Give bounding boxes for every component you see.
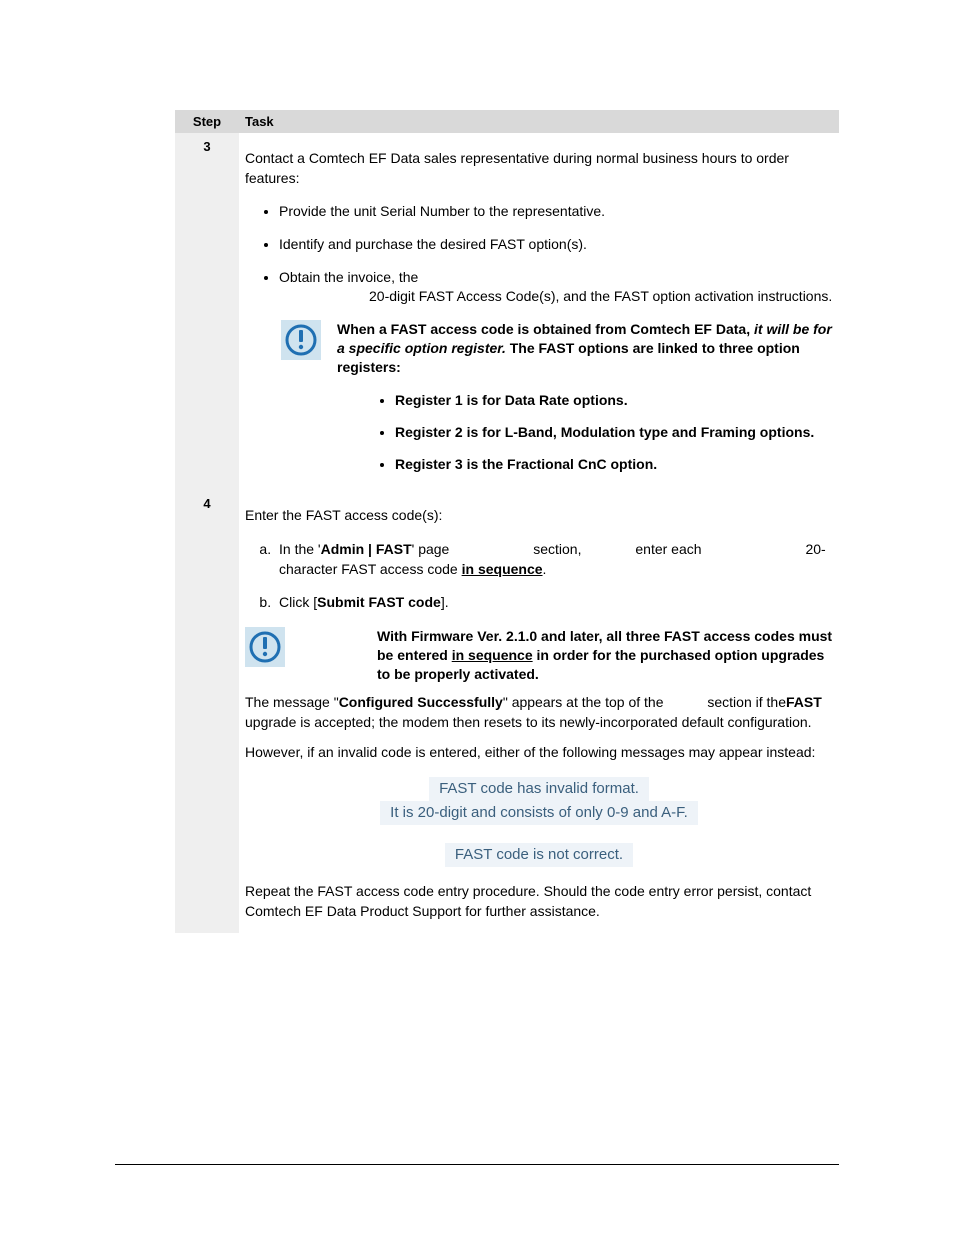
footer-rule — [115, 1164, 839, 1165]
col-step: Step — [175, 110, 239, 133]
text: . — [543, 561, 547, 577]
text: in sequence — [462, 561, 543, 577]
however-para: However, if an invalid code is entered, … — [245, 743, 833, 763]
text: When a FAST access code is obtained from… — [337, 321, 754, 337]
step-number: 4 — [175, 490, 239, 933]
step3-list: Provide the unit Serial Number to the re… — [245, 202, 833, 306]
register-list: Register 1 is for Data Rate options. Reg… — [245, 392, 833, 472]
text: enter each — [635, 540, 701, 560]
text: character FAST access code — [279, 561, 462, 577]
text: The message " — [245, 694, 339, 710]
info-icon — [245, 627, 285, 667]
text: FAST code has invalid format. — [429, 777, 649, 801]
error-msg-2: FAST code is not correct. — [245, 840, 833, 870]
list-item: Identify and purchase the desired FAST o… — [279, 235, 833, 254]
text: section, — [533, 540, 581, 560]
info-note-2: With Firmware Ver. 2.1.0 and later, all … — [245, 627, 833, 684]
info-note-1: When a FAST access code is obtained from… — [281, 320, 833, 377]
error-msg-1: FAST code has invalid format. It is 20-d… — [245, 774, 833, 828]
list-item: Register 3 is the Fractional CnC option. — [395, 456, 833, 472]
list-item: Click [Submit FAST code]. — [275, 593, 833, 613]
text: Click [ — [279, 594, 317, 610]
table-row: 3 Contact a Comtech EF Data sales repres… — [175, 133, 839, 490]
step3-intro: Contact a Comtech EF Data sales represen… — [245, 149, 833, 188]
repeat-para: Repeat the FAST access code entry proced… — [245, 882, 833, 921]
col-task: Task — [239, 110, 839, 133]
step4-ol: In the 'Admin | FAST' page section, ente… — [245, 540, 833, 613]
table-row: 4 Enter the FAST access code(s): In the … — [175, 490, 839, 933]
list-item: Register 2 is for L-Band, Modulation typ… — [395, 424, 833, 440]
text: FAST code is not correct. — [445, 843, 633, 867]
text: Configured Successfully — [339, 694, 503, 710]
list-item: Register 1 is for Data Rate options. — [395, 392, 833, 408]
list-item: Provide the unit Serial Number to the re… — [279, 202, 833, 221]
text: ]. — [441, 594, 449, 610]
text: 20-digit FAST Access Code(s), and the FA… — [369, 287, 832, 306]
info-icon — [281, 320, 321, 360]
step-number: 3 — [175, 133, 239, 490]
step4-intro: Enter the FAST access code(s): — [245, 506, 833, 526]
steps-table: Step Task 3 Contact a Comtech EF Data sa… — [175, 110, 839, 933]
info-text: When a FAST access code is obtained from… — [337, 320, 833, 377]
success-msg-para: The message "Configured Successfully" ap… — [245, 693, 833, 732]
list-item: In the 'Admin | FAST' page section, ente… — [275, 540, 833, 579]
info-text: With Firmware Ver. 2.1.0 and later, all … — [301, 627, 833, 684]
text: 20- — [805, 540, 825, 560]
text: Submit FAST code — [317, 594, 441, 610]
text: Admin | FAST — [321, 541, 412, 557]
list-item: Obtain the invoice, the 20-digit FAST Ac… — [279, 268, 833, 306]
text: It is 20-digit and consists of only 0-9 … — [380, 801, 698, 825]
text: section if the — [707, 693, 786, 713]
text: upgrade is accepted; the modem then rese… — [245, 714, 812, 730]
text: In the ' — [279, 541, 321, 557]
text: Obtain the invoice, the — [279, 268, 418, 287]
text: " appears at the top of the — [503, 694, 668, 710]
text: FAST — [786, 694, 822, 710]
text: ' page — [412, 541, 454, 557]
text: in sequence — [452, 647, 533, 663]
